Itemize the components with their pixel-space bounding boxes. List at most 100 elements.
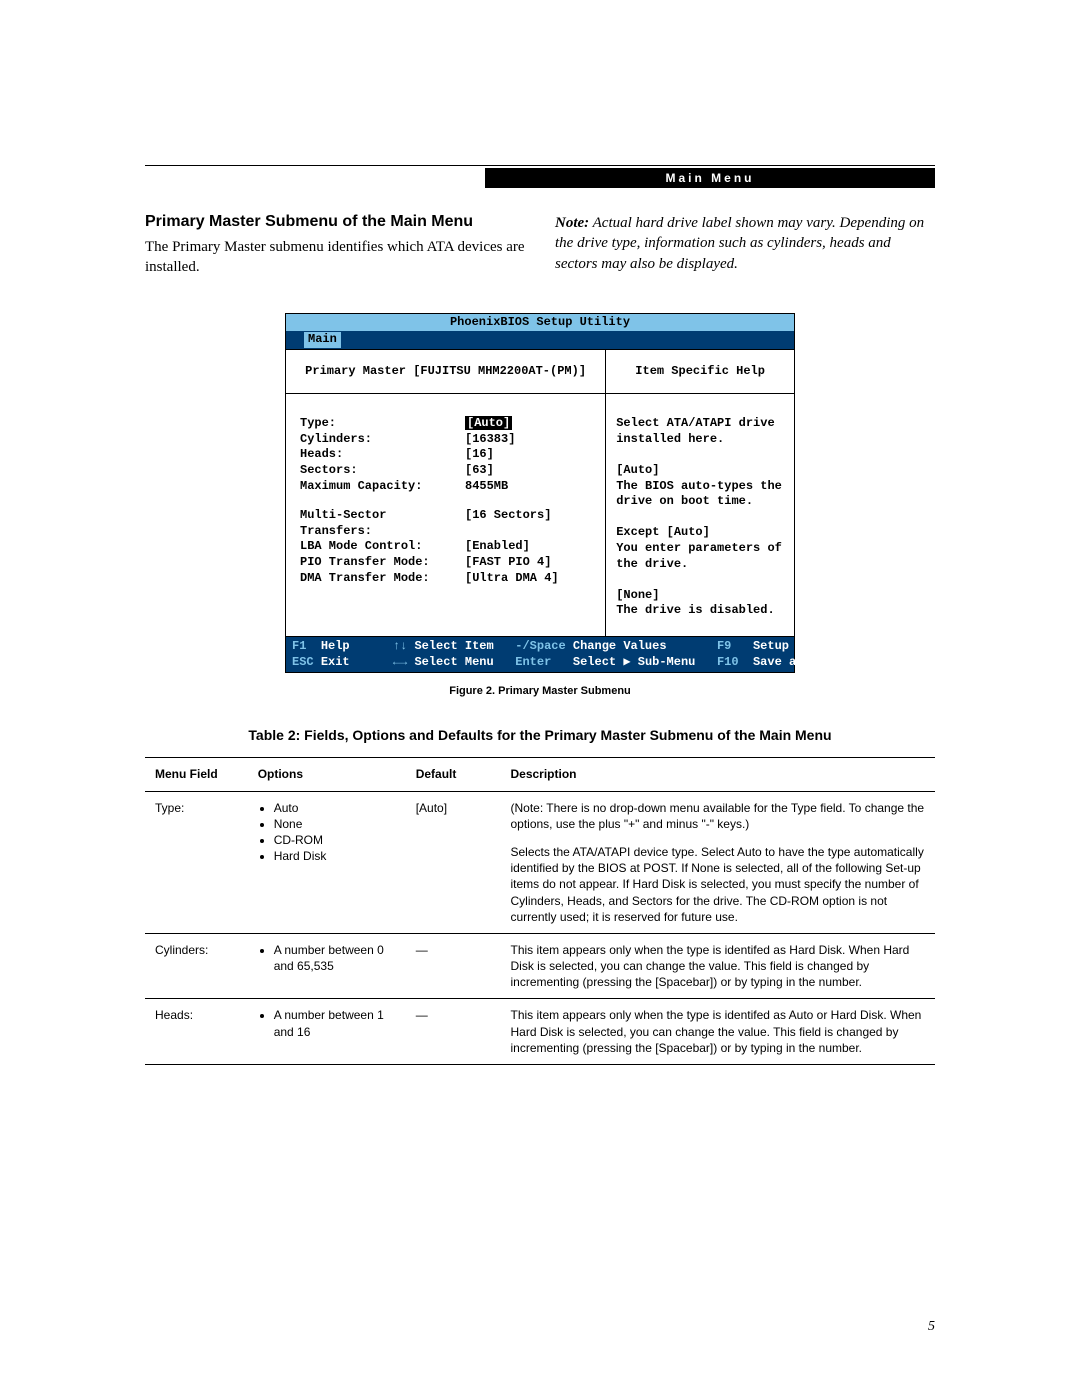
bios-field-row: Multi-Sector Transfers:[16 Sectors] xyxy=(300,508,591,539)
header-section-label: Main Menu xyxy=(485,168,935,188)
table-row: Type:AutoNoneCD-ROMHard Disk[Auto](Note:… xyxy=(145,791,935,933)
cell-options: AutoNoneCD-ROMHard Disk xyxy=(248,791,406,933)
bios-field-value: [16383] xyxy=(465,432,515,448)
bios-field-row: Heads:[16] xyxy=(300,447,591,463)
updown-key: ↑↓ xyxy=(393,639,407,653)
table-title: Table 2: Fields, Options and Defaults fo… xyxy=(145,727,935,743)
bios-field-label: Cylinders: xyxy=(300,432,465,448)
cell-default: [Auto] xyxy=(406,791,501,933)
bios-field-value: [Ultra DMA 4] xyxy=(465,571,559,587)
th-menu-field: Menu Field xyxy=(145,758,248,791)
bios-fields: Type:[Auto] Cylinders:[16383]Heads:[16]S… xyxy=(286,394,605,636)
lr-key: ←→ xyxy=(393,655,407,669)
f1-key: F1 xyxy=(292,639,306,653)
th-description: Description xyxy=(500,758,935,791)
bios-help-line: You enter parameters of xyxy=(616,541,784,557)
cell-options: A number between 1 and 16 xyxy=(248,999,406,1065)
bios-help-line: The BIOS auto-types the xyxy=(616,479,784,495)
bios-help-line: installed here. xyxy=(616,432,784,448)
bios-field-row: PIO Transfer Mode:[FAST PIO 4] xyxy=(300,555,591,571)
option-item: A number between 1 and 16 xyxy=(274,1007,396,1039)
cell-menu-field: Cylinders: xyxy=(145,933,248,999)
bios-field-row: DMA Transfer Mode:[Ultra DMA 4] xyxy=(300,571,591,587)
bios-field-label: DMA Transfer Mode: xyxy=(300,571,465,587)
bios-field-label: Heads: xyxy=(300,447,465,463)
bios-field-value: [63] xyxy=(465,463,494,479)
bios-field-value: [Enabled] xyxy=(465,539,530,555)
bios-field-value: [16] xyxy=(465,447,494,463)
note-text: Note: Actual hard drive label shown may … xyxy=(555,213,935,274)
table-header-row: Menu Field Options Default Description xyxy=(145,758,935,791)
f10-key: F10 xyxy=(717,655,739,669)
setup-defaults-label: Setup Defaults xyxy=(753,639,854,653)
cell-description: (Note: There is no drop-down menu availa… xyxy=(500,791,935,933)
bios-help-line: drive on boot time. xyxy=(616,494,784,510)
option-item: CD-ROM xyxy=(274,832,396,848)
exit-label: Exit xyxy=(321,655,350,669)
bios-tabbar: Main xyxy=(286,331,794,349)
bios-field-label: PIO Transfer Mode: xyxy=(300,555,465,571)
enter-key: Enter xyxy=(515,655,551,669)
bios-help-line: [Auto] xyxy=(616,463,784,479)
bios-field-row: Cylinders:[16383] xyxy=(300,432,591,448)
cell-menu-field: Type: xyxy=(145,791,248,933)
select-menu-label: Select Menu xyxy=(414,655,493,669)
bios-field-row: Sectors:[63] xyxy=(300,463,591,479)
cell-default: — xyxy=(406,933,501,999)
th-default: Default xyxy=(406,758,501,791)
intro-paragraph: The Primary Master submenu identifies wh… xyxy=(145,237,525,278)
bios-left-heading: Primary Master [FUJITSU MHM2200AT-(PM)] xyxy=(286,350,605,395)
bios-field-label: LBA Mode Control: xyxy=(300,539,465,555)
select-sub-label: Select ▶ Sub-Menu xyxy=(573,655,695,669)
th-options: Options xyxy=(248,758,406,791)
bios-field-label: Sectors: xyxy=(300,463,465,479)
bios-field-row: LBA Mode Control:[Enabled] xyxy=(300,539,591,555)
cell-description: This item appears only when the type is … xyxy=(500,933,935,999)
help-label: Help xyxy=(321,639,350,653)
bios-field-value: [16 Sectors] xyxy=(465,508,551,539)
cell-options: A number between 0 and 65,535 xyxy=(248,933,406,999)
bios-help-line: The drive is disabled. xyxy=(616,603,784,619)
option-item: Auto xyxy=(274,800,396,816)
page-number: 5 xyxy=(928,1319,935,1335)
bios-help-line: Except [Auto] xyxy=(616,525,784,541)
bios-field-row: Maximum Capacity:8455MB xyxy=(300,479,591,495)
cell-menu-field: Heads: xyxy=(145,999,248,1065)
select-item-label: Select Item xyxy=(414,639,493,653)
bios-footer: F1 Help ↑↓ Select Item -/Space Change Va… xyxy=(286,637,794,672)
header-row: Main Menu xyxy=(145,168,935,188)
bios-help-line: [None] xyxy=(616,588,784,604)
bios-field-value: [FAST PIO 4] xyxy=(465,555,551,571)
bios-right-heading: Item Specific Help xyxy=(606,350,794,395)
minus-space-key: -/Space xyxy=(515,639,565,653)
header-rule xyxy=(145,165,935,166)
section-title: Primary Master Submenu of the Main Menu xyxy=(145,213,525,231)
option-item: A number between 0 and 65,535 xyxy=(274,942,396,974)
bios-help-line xyxy=(616,447,784,463)
cell-default: — xyxy=(406,999,501,1065)
bios-field-label: Maximum Capacity: xyxy=(300,479,465,495)
bios-help-line: Select ATA/ATAPI drive xyxy=(616,416,784,432)
bios-field-row: Type:[Auto] xyxy=(300,416,591,432)
option-item: Hard Disk xyxy=(274,848,396,864)
bios-help-line xyxy=(616,510,784,526)
cell-description: This item appears only when the type is … xyxy=(500,999,935,1065)
bios-field-value: 8455MB xyxy=(465,479,508,495)
f9-key: F9 xyxy=(717,639,731,653)
change-values-label: Change Values xyxy=(573,639,667,653)
figure-caption: Figure 2. Primary Master Submenu xyxy=(145,685,935,697)
table-row: Heads: A number between 1 and 16 —This ite… xyxy=(145,999,935,1065)
bios-help-line: the drive. xyxy=(616,557,784,573)
bios-field-label: Type: xyxy=(300,416,465,432)
fields-table: Menu Field Options Default Description T… xyxy=(145,757,935,1065)
bios-field-label: Multi-Sector Transfers: xyxy=(300,508,465,539)
note-label: Note: xyxy=(555,215,589,231)
note-body: Actual hard drive label shown may vary. … xyxy=(555,215,924,272)
table-row: Cylinders: A number between 0 and 65,535 —… xyxy=(145,933,935,999)
bios-help-line xyxy=(616,572,784,588)
bios-field-value: [Auto] xyxy=(465,416,514,432)
save-exit-label: Save and Exit xyxy=(753,655,847,669)
bios-title: PhoenixBIOS Setup Utility xyxy=(286,314,794,332)
bios-tab-main: Main xyxy=(304,332,341,348)
option-item: None xyxy=(274,816,396,832)
